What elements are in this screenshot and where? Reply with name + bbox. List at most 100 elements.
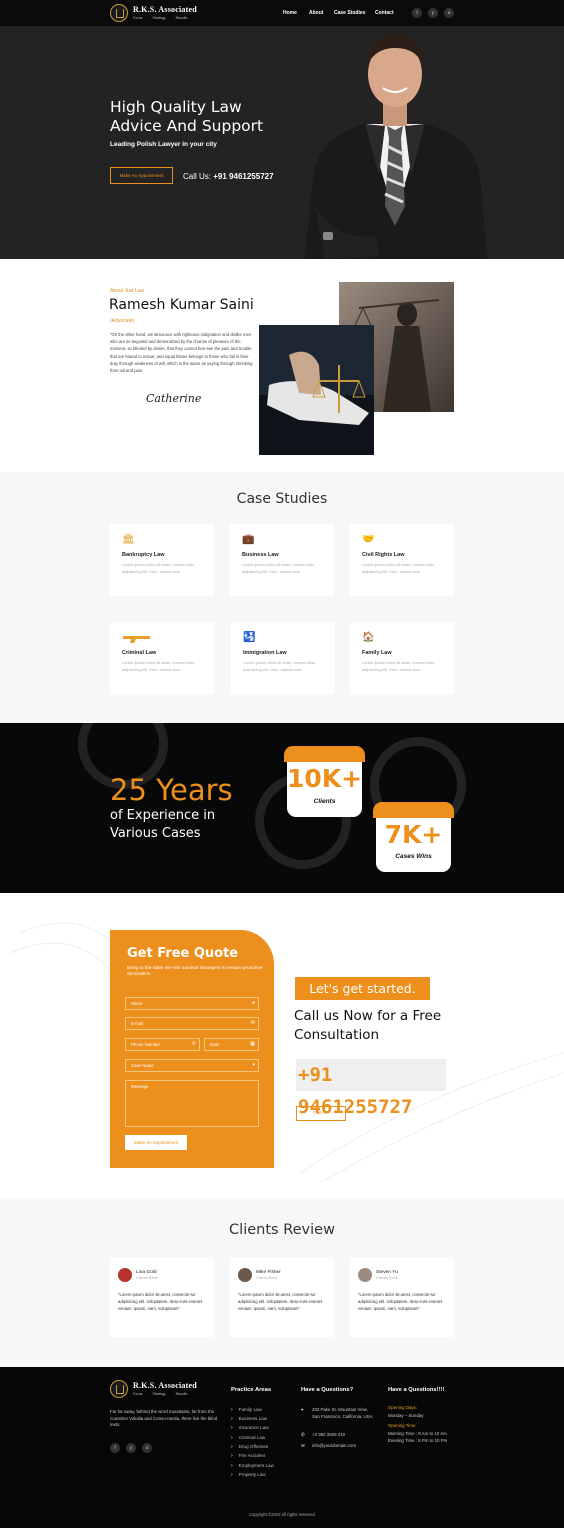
phone-icon: ✆ — [301, 1432, 305, 1437]
footer-email[interactable]: info@yourdomain.com — [312, 1443, 356, 1450]
quote-appointment-button[interactable]: Make An Appointment — [125, 1135, 187, 1150]
case-card-family[interactable]: 🏠 Family Law Lorem ipsum dolor sit amet,… — [350, 622, 454, 694]
practice-link-label: Fire Accident — [238, 1453, 266, 1458]
practice-link[interactable]: › Employment Law — [231, 1463, 274, 1469]
footer-phone[interactable]: +2 392 3929 210 — [312, 1432, 345, 1439]
footer-instagram-icon[interactable]: o — [142, 1443, 152, 1453]
case-card-bankruptcy[interactable]: 🏛 Bankruptcy Law Lorem ipsum dolor sit a… — [110, 524, 214, 596]
chevron-right-icon: › — [231, 1444, 233, 1450]
review-text: "Lorem ipsum dolor sit amet, consecte-tu… — [118, 1292, 203, 1311]
nav-link-about[interactable]: About — [309, 10, 323, 16]
practice-link-label: Business Law — [238, 1416, 268, 1421]
facebook-icon[interactable]: f — [412, 8, 422, 18]
chevron-right-icon: › — [231, 1463, 233, 1469]
chevron-right-icon: › — [231, 1472, 233, 1478]
practice-link[interactable]: › Fire Accident — [231, 1453, 265, 1459]
cases-wins-number: 7K+ — [384, 820, 443, 849]
evening-time: Evening Time : 5 Pm to 10 Pm — [388, 1438, 448, 1443]
name-placeholder: Name — [131, 1001, 143, 1006]
hero-title-line-1: High Quality Law — [110, 98, 242, 116]
cases-wins-stat-card: 7K+ Cases Wins — [373, 802, 454, 872]
name-field[interactable]: Name ● — [125, 997, 259, 1010]
practice-link[interactable]: › Drug Offenses — [231, 1444, 268, 1450]
case-card-body: Lorem ipsum dolor sit amet, consec-tetur… — [362, 660, 435, 672]
case-card-title: Civil Rights Law — [362, 552, 405, 558]
case-card-criminal[interactable]: Criminal Law Lorem ipsum dolor sit amet,… — [110, 622, 214, 694]
reviewer-name: Lina Gold — [136, 1270, 157, 1275]
case-card-business[interactable]: 💼 Business Law Lorem ipsum dolor sit ame… — [230, 524, 334, 596]
reviewer-role: Clients Rank — [256, 1276, 278, 1280]
practice-link-label: Criminal Law — [238, 1435, 266, 1440]
scales-logo-icon[interactable] — [110, 4, 128, 22]
avatar — [118, 1268, 132, 1282]
bank-icon: 🏛 — [122, 534, 135, 545]
hero-title-line-2: Advice And Support — [110, 117, 264, 135]
practice-link[interactable]: › Criminal Law — [231, 1435, 265, 1441]
phone-field[interactable]: Phone Number ✆ — [125, 1038, 200, 1051]
about-name: Ramesh Kumar Saini — [109, 297, 254, 313]
practice-link[interactable]: › Insurance Law — [231, 1425, 269, 1431]
practice-link-label: Employment Law — [238, 1463, 274, 1468]
practice-link-label: Drug Offenses — [238, 1444, 269, 1449]
scales-documents-image — [259, 325, 374, 455]
decorative-waves — [9, 922, 564, 1184]
practice-areas-title: Practice Areas — [231, 1387, 272, 1393]
opening-days: Monday – Sunday — [388, 1413, 424, 1418]
call-us-button[interactable]: Call Us — [296, 1106, 346, 1121]
case-card-body: Lorem ipsum dolor sit amet, consec-tetur… — [243, 660, 316, 672]
clients-stat-card: 10K+ Clients — [284, 746, 365, 817]
chevron-down-icon: ▾ — [252, 1062, 255, 1068]
footer-facebook-icon[interactable]: f — [110, 1443, 120, 1453]
hero-subtitle: Leading Polish Lawyer in your city — [110, 141, 217, 148]
footer-brand-name: R.K.S. Associated — [133, 1381, 197, 1390]
practice-link-label: Property Law — [238, 1472, 266, 1477]
hero-call-number[interactable]: +91 9461255727 — [213, 172, 273, 181]
reviewer-role: Clients Rank — [136, 1276, 158, 1280]
review-text: "Lorem ipsum dolor sit amet, consecte-tu… — [238, 1292, 323, 1311]
cases-wins-label: Cases Wins — [395, 853, 432, 860]
case-card-civil-rights[interactable]: 🤝 Civil Rights Law Lorem ipsum dolor sit… — [350, 524, 454, 596]
twitter-icon[interactable]: y — [428, 8, 438, 18]
brand-name[interactable]: R.K.S. Associated — [133, 5, 197, 14]
briefcase-icon: 💼 — [242, 534, 255, 545]
practice-link[interactable]: › Family Law — [231, 1407, 262, 1413]
years-subtitle-line-2: Various Cases — [110, 826, 201, 841]
copyright: Copyright ©2022 All rights reserved — [249, 1512, 315, 1517]
nav-link-case-studies[interactable]: Case Studies — [334, 10, 365, 16]
brand-tag: Results — [175, 1392, 188, 1396]
practice-link-label: Insurance Law — [238, 1425, 269, 1430]
big-phone-number[interactable]: +91 9461255727 — [296, 1059, 446, 1118]
message-field[interactable]: Message — [125, 1080, 259, 1127]
nav-link-contact[interactable]: Contact — [375, 10, 394, 16]
hero-section: High Quality Law Advice And Support Lead… — [0, 26, 564, 259]
case-name-select[interactable]: Case Name ▾ — [125, 1059, 259, 1072]
brand-tag: Results — [175, 16, 188, 20]
email-field[interactable]: E-mail ✉ — [125, 1017, 259, 1030]
date-field[interactable]: Date ▦ — [204, 1038, 259, 1051]
quote-section: Get Free Quote Bring to the table win-wi… — [0, 893, 564, 1198]
lawyer-portrait-image — [305, 34, 487, 259]
years-subtitle-line-1: of Experience in — [110, 808, 216, 823]
hours-title: Have a Questions!!!! — [388, 1387, 445, 1393]
avatar — [238, 1268, 252, 1282]
case-card-immigration[interactable]: 🛂 Immigration Law Lorem ipsum dolor sit … — [231, 622, 335, 694]
case-card-title: Criminal Law — [122, 650, 157, 656]
family-house-icon: 🏠 — [362, 632, 375, 643]
chevron-right-icon: › — [231, 1416, 233, 1422]
instagram-icon[interactable]: o — [444, 8, 454, 18]
call-now-heading: Call us Now for a Free Consultation — [294, 1008, 442, 1043]
footer-twitter-icon[interactable]: y — [126, 1443, 136, 1453]
practice-link[interactable]: › Business Law — [231, 1416, 267, 1422]
about-role: (Advocate) — [110, 318, 135, 324]
about-body: "On the other hand, we denounce with rig… — [110, 332, 253, 374]
scales-logo-icon — [110, 1380, 128, 1398]
envelope-icon: ✉ — [301, 1443, 305, 1448]
hero-title: High Quality Law Advice And Support — [110, 98, 310, 136]
reviews-title: Clients Review — [229, 1222, 335, 1238]
practice-link[interactable]: › Property Law — [231, 1472, 266, 1478]
nav-link-home[interactable]: Home — [283, 10, 297, 16]
case-studies-section: Case Studies 🏛 Bankruptcy Law Lorem ipsu… — [0, 472, 564, 723]
case-studies-title: Case Studies — [236, 491, 328, 507]
make-appointment-button[interactable]: Make An Appointment — [110, 167, 173, 184]
chevron-right-icon: › — [231, 1425, 233, 1431]
